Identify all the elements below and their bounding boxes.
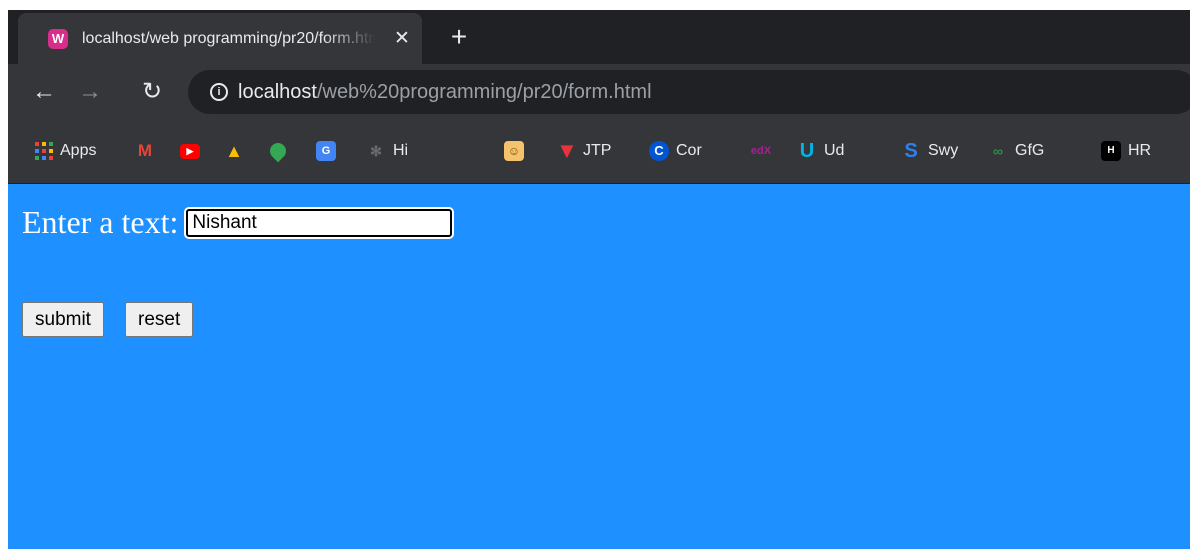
bookmark-google-drive[interactable]: ▲: [224, 139, 244, 163]
submit-button[interactable]: submit: [22, 302, 104, 337]
bookmarks-bar: Apps M ▶ ▲ G ✻ Hi ☺ ▼ JTP C Cor edX U Ud…: [8, 120, 1190, 183]
avatar-bookmark-icon: ☺: [504, 141, 524, 161]
geeksforgeeks-icon: ∞: [993, 143, 1003, 159]
udacity-icon: U: [799, 140, 815, 162]
tab-active[interactable]: W localhost/web programming/pr20/form.ht…: [18, 13, 422, 64]
bookmark-label: GfG: [1015, 142, 1045, 159]
text-input-row: Enter a text:: [22, 204, 453, 241]
back-button[interactable]: ←: [30, 78, 58, 106]
bookmark-hackerrank[interactable]: H HR: [1101, 139, 1151, 163]
bookmark-google-translate[interactable]: G: [316, 139, 336, 163]
tab-title: localhost/web programming/pr20/form.html: [82, 30, 376, 47]
bookmark-google-maps[interactable]: [266, 139, 290, 163]
close-tab-icon[interactable]: ✕: [392, 29, 412, 49]
prompt-label: Enter a text:: [22, 204, 179, 240]
bookmark-coursera[interactable]: C Cor: [649, 139, 702, 163]
bookmark-label: HR: [1128, 142, 1152, 159]
gmail-icon: M: [137, 141, 153, 160]
bookmark-youtube[interactable]: ▶: [180, 139, 200, 163]
javatpoint-icon: ▼: [556, 138, 578, 163]
new-tab-button[interactable]: +: [446, 23, 472, 51]
forward-button[interactable]: →: [76, 78, 104, 106]
bookmark-gmail[interactable]: M: [135, 139, 155, 163]
bookmark-edx[interactable]: edX: [750, 139, 772, 163]
hi-bookmark-icon: ✻: [370, 143, 382, 159]
bookmark-gfg[interactable]: ∞ GfG: [988, 139, 1044, 163]
browser-toolbar: ← → ↻ i localhost/web%20programming/pr20…: [8, 64, 1190, 120]
text-input[interactable]: [186, 208, 453, 237]
bookmark-udacity[interactable]: U Ud: [797, 139, 845, 163]
hackerrank-icon: H: [1101, 141, 1121, 161]
url-host: localhost: [238, 81, 317, 103]
tab-strip: W localhost/web programming/pr20/form.ht…: [8, 10, 1190, 64]
bookmark-label: Cor: [676, 142, 702, 159]
url-path: /web%20programming/pr20/form.html: [316, 81, 652, 103]
page-content: Enter a text: submit reset: [8, 184, 1190, 549]
bookmark-swayam[interactable]: S Swy: [901, 139, 958, 163]
bookmark-label: Apps: [60, 142, 97, 159]
bookmark-label: Swy: [928, 142, 959, 159]
google-maps-icon: [266, 139, 290, 163]
coursera-icon: C: [649, 141, 669, 161]
swayam-icon: S: [904, 140, 918, 162]
bookmark-label: Hi: [393, 142, 409, 159]
bookmark-avatar[interactable]: ☺: [504, 139, 524, 163]
edx-icon: edX: [750, 145, 772, 157]
browser-window: W localhost/web programming/pr20/form.ht…: [8, 10, 1190, 549]
reset-button[interactable]: reset: [125, 302, 194, 337]
google-drive-icon: ▲: [225, 141, 243, 161]
url-text[interactable]: localhost/web%20programming/pr20/form.ht…: [238, 81, 652, 104]
bookmark-label: JTP: [583, 142, 612, 159]
apps-grid-icon: [35, 142, 53, 160]
reload-button[interactable]: ↻: [138, 78, 166, 106]
youtube-icon: ▶: [180, 143, 200, 159]
info-icon[interactable]: i: [210, 83, 228, 101]
address-bar[interactable]: i localhost/web%20programming/pr20/form.…: [188, 70, 1190, 114]
google-translate-icon: G: [316, 141, 336, 161]
bookmark-label: Ud: [824, 142, 845, 159]
wamp-server-icon: W: [48, 29, 68, 49]
bookmark-hi[interactable]: ✻ Hi: [366, 139, 408, 163]
bookmark-apps[interactable]: Apps: [35, 139, 96, 163]
bookmark-jtp[interactable]: ▼ JTP: [556, 139, 611, 163]
